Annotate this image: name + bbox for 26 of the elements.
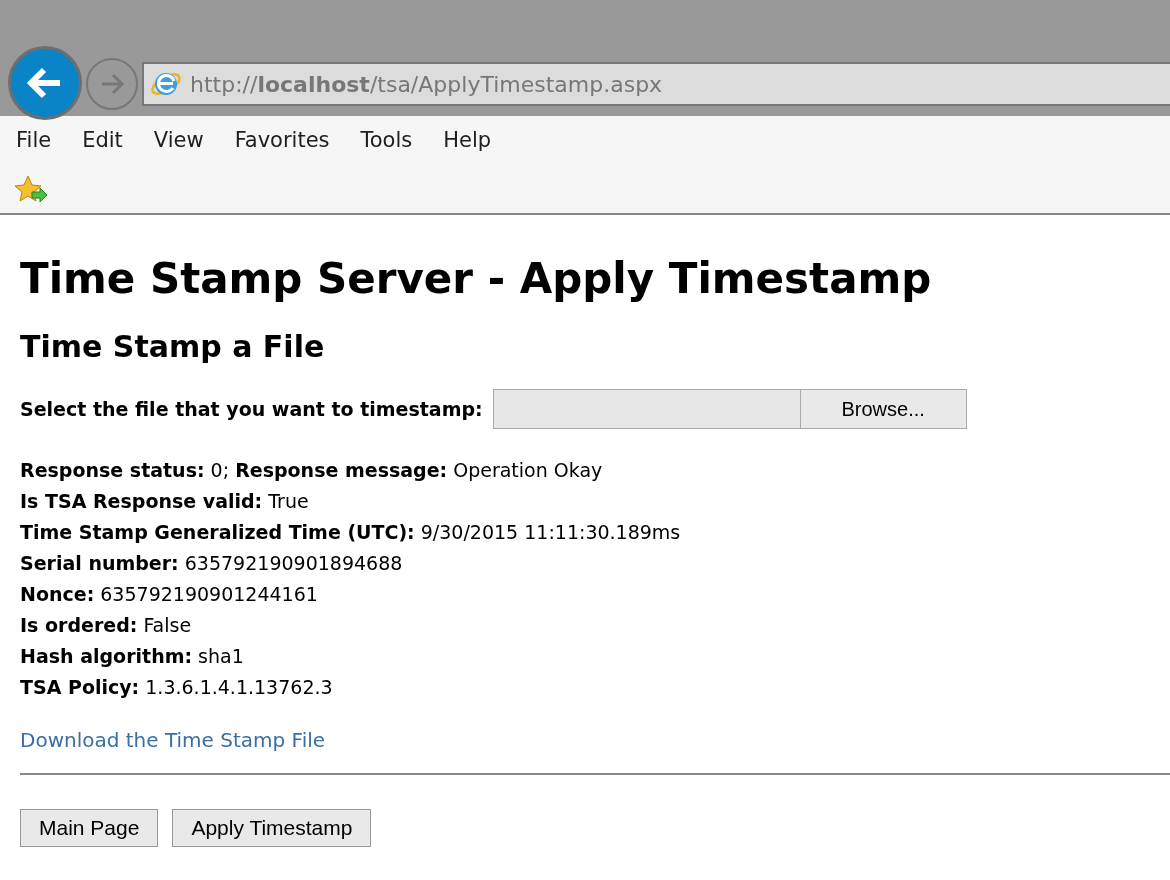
download-link[interactable]: Download the Time Stamp File (20, 725, 326, 755)
response-detail: Serial number: 635792190901894688 (20, 551, 404, 576)
menu-item[interactable]: Edit (82, 125, 123, 157)
response-detail: Nonce: 635792190901244161 (20, 582, 319, 607)
menu-item[interactable]: Tools (360, 125, 413, 157)
menu-item[interactable]: File (16, 125, 52, 157)
section-heading: Time Stamp a File (20, 328, 326, 366)
url-text: http://localhost/tsa/ApplyTimestamp.aspx (190, 70, 663, 99)
star-arrow-icon[interactable] (14, 174, 48, 205)
response-detail: TSA Policy: 1.3.6.1.4.1.13762.3 (20, 675, 334, 700)
menu-item[interactable]: Help (443, 125, 492, 157)
forward-button[interactable] (86, 58, 138, 110)
form-button[interactable]: Main Page (20, 809, 159, 847)
response-detail: Response status: 0; Response message: Operation Okay (20, 458, 604, 483)
file-input[interactable]: Browse... (492, 389, 967, 429)
response-detail: Hash algorithm: sha1 (20, 644, 245, 669)
response-detail: Time Stamp Generalized Time (UTC): 9/30/2015 11:11:30.189ms (20, 520, 682, 545)
response-detail: Is TSA Response valid: True (20, 489, 310, 514)
menu-item[interactable]: Favorites (234, 125, 330, 157)
page-title: Time Stamp Server - Apply Timestamp (20, 253, 933, 305)
back-arrow-icon (27, 67, 63, 99)
form-button[interactable]: Apply Timestamp (172, 809, 372, 847)
file-label: Select the file that you want to timestamp: (20, 396, 483, 422)
forward-arrow-icon (99, 73, 125, 95)
menu-item[interactable]: View (153, 125, 204, 157)
response-detail: Is ordered: False (20, 613, 193, 638)
